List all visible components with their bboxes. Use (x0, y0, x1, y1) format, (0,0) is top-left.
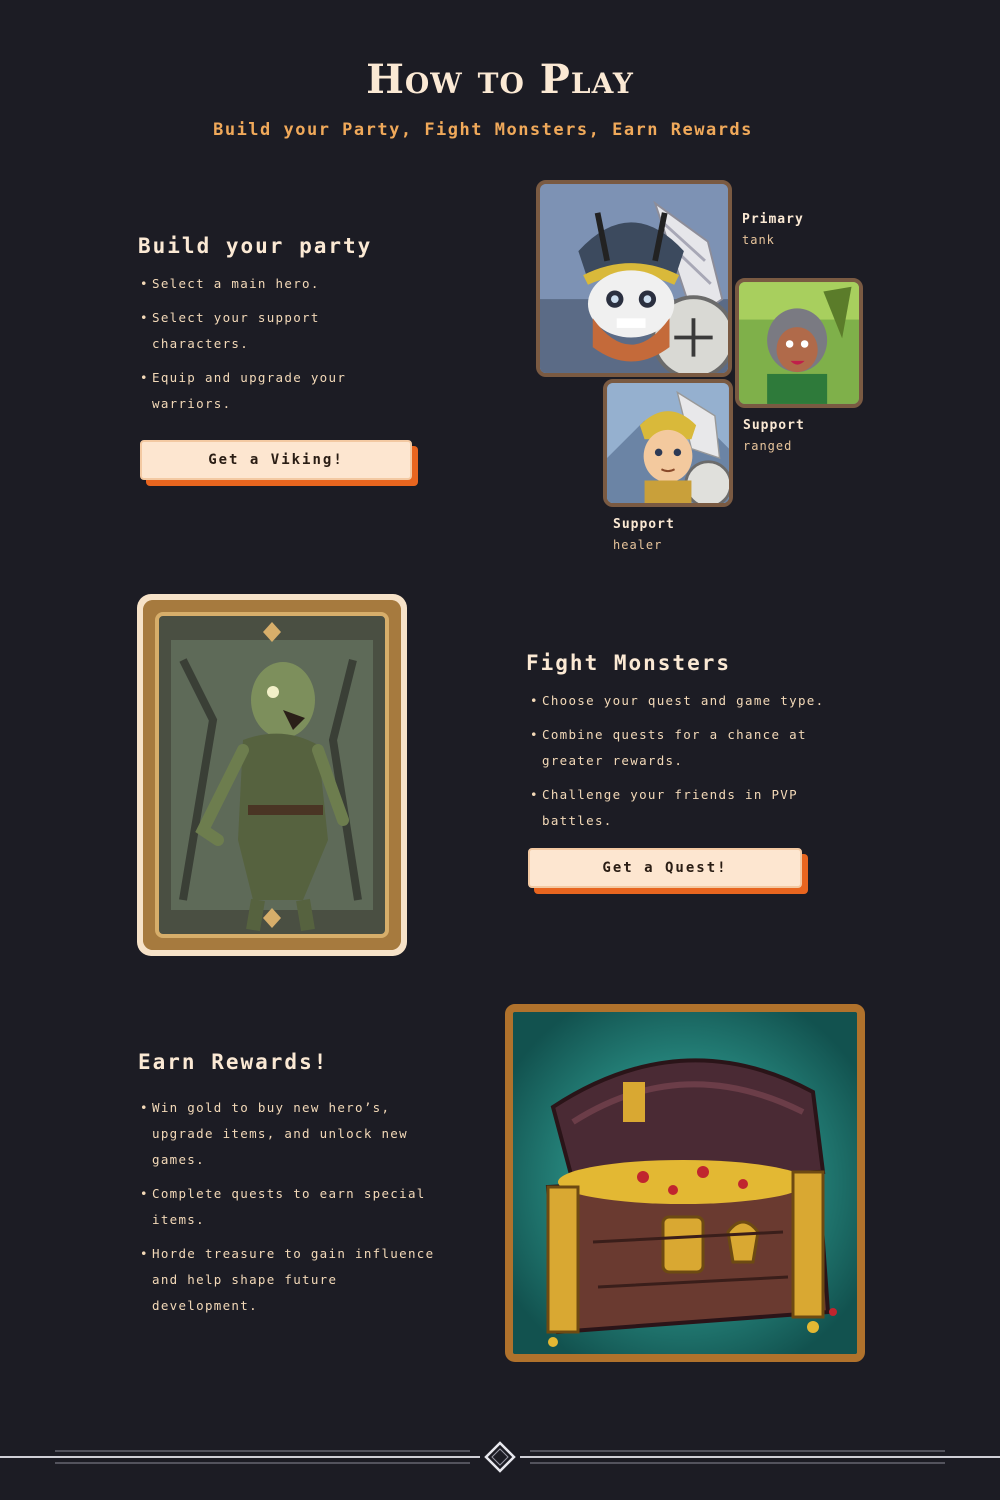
treasure-chest-image (505, 1004, 865, 1362)
party-bullet: Select a main hero. (140, 271, 390, 297)
monsters-bullet: Choose your quest and game type. (530, 688, 870, 714)
viking-tank-portrait (536, 180, 732, 377)
page-subtitle: Build your Party, Fight Monsters, Earn R… (213, 120, 753, 140)
monsters-bullet: Challenge your friends in PVP battles. (530, 782, 870, 834)
role-title: Primary (742, 212, 804, 227)
party-bullet-list: Select a main hero. Select your support … (140, 271, 390, 425)
role-title: Support (743, 418, 805, 433)
role-primary-tank: Primary tank (742, 210, 804, 250)
rewards-bullet: Horde treasure to gain influence and hel… (140, 1241, 440, 1319)
how-to-play-page: How to Play Build your Party, Fight Mons… (0, 0, 1000, 1500)
rewards-heading: Earn Rewards! (138, 1050, 329, 1074)
role-support-ranged: Support ranged (743, 416, 805, 456)
zombie-card (137, 594, 407, 956)
party-heading: Build your party (138, 234, 373, 258)
healer-support-icon (607, 383, 729, 503)
rewards-bullet: Win gold to buy new hero’s, upgrade item… (140, 1095, 440, 1173)
party-bullet: Select your support characters. (140, 305, 390, 357)
healer-support-portrait (603, 379, 733, 507)
ranged-support-portrait (735, 278, 863, 408)
page-title: How to Play (366, 56, 634, 103)
ranged-support-icon (739, 282, 859, 404)
role-title: Support (613, 517, 675, 532)
monsters-bullet-list: Choose your quest and game type. Combine… (530, 688, 870, 842)
treasure-chest-icon (513, 1012, 857, 1354)
party-bullet: Equip and upgrade your warriors. (140, 365, 390, 417)
get-quest-button[interactable]: Get a Quest! (528, 848, 802, 888)
diamond-divider-icon (484, 1441, 516, 1473)
role-subtitle: tank (742, 233, 775, 247)
zombie-card-icon (143, 600, 401, 950)
monsters-heading: Fight Monsters (526, 651, 732, 675)
footer-divider (0, 1441, 1000, 1473)
role-subtitle: ranged (743, 439, 793, 453)
role-support-healer: Support healer (613, 515, 675, 555)
role-subtitle: healer (613, 538, 663, 552)
rewards-bullet: Complete quests to earn special items. (140, 1181, 440, 1233)
monsters-bullet: Combine quests for a chance at greater r… (530, 722, 870, 774)
viking-tank-icon (540, 184, 728, 373)
get-viking-button[interactable]: Get a Viking! (140, 440, 412, 480)
rewards-bullet-list: Win gold to buy new hero’s, upgrade item… (140, 1095, 440, 1327)
